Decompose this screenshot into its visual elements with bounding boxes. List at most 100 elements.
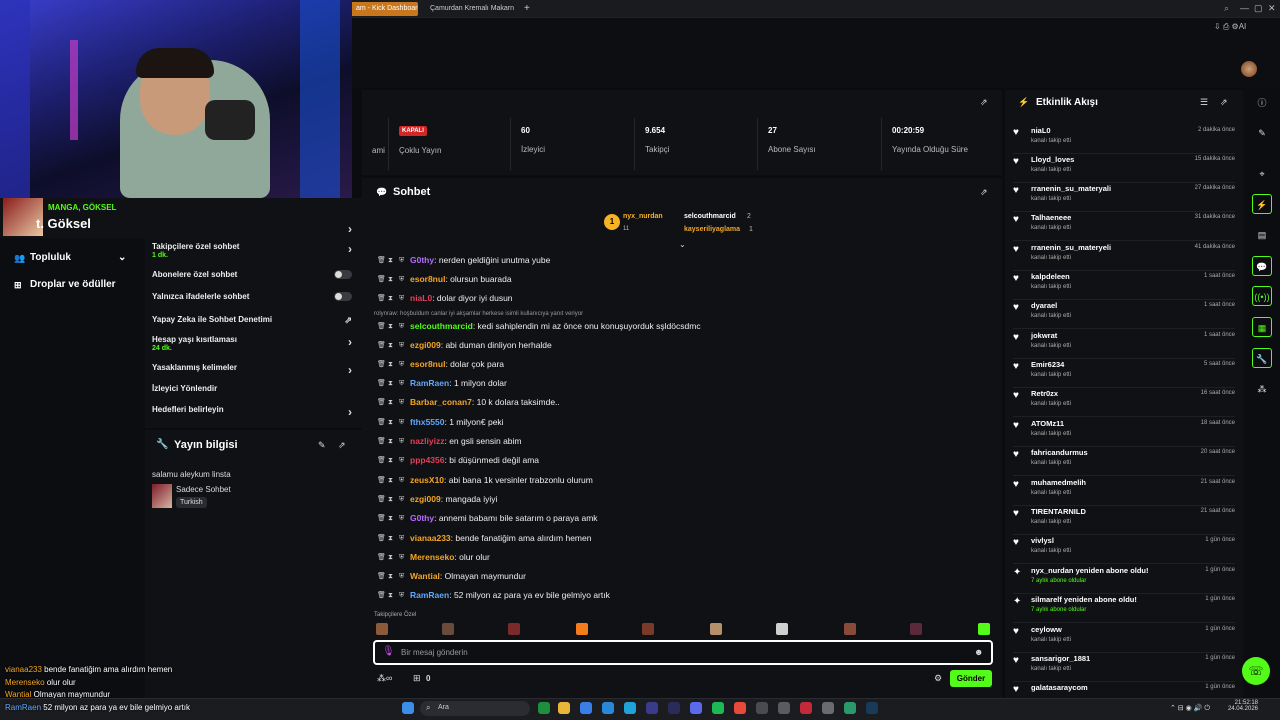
- app-icon[interactable]: [800, 702, 812, 714]
- lightning-icon[interactable]: ⚡: [1252, 194, 1272, 214]
- chat-message[interactable]: 🗑 ⧗ ⛨ Wantial: Olmayan maymundur: [377, 571, 526, 581]
- points-icon[interactable]: ⁂∞: [377, 673, 392, 684]
- top-gifter-name[interactable]: selcouthmarcid: [684, 213, 736, 220]
- trash-icon[interactable]: 🗑: [377, 361, 386, 368]
- timeout-icon[interactable]: ⧗: [388, 535, 395, 542]
- trash-icon[interactable]: 🗑: [377, 295, 386, 302]
- trash-icon[interactable]: 🗑: [377, 457, 386, 464]
- steam-icon[interactable]: [866, 702, 878, 714]
- popout-icon[interactable]: ⇗: [338, 440, 346, 451]
- app-icon[interactable]: [580, 702, 592, 714]
- timeout-icon[interactable]: ⧗: [388, 295, 395, 302]
- setting-raid[interactable]: İzleyici Yönlendir: [152, 384, 352, 393]
- broadcast-icon[interactable]: ((•)): [1252, 286, 1272, 306]
- taskbar-search[interactable]: Ara: [420, 701, 530, 716]
- trash-icon[interactable]: 🗑: [377, 323, 386, 330]
- chevron-down-icon[interactable]: ⌄: [679, 240, 686, 249]
- nav-droplar[interactable]: ⊞ Droplar ve ödüller: [14, 279, 116, 290]
- windows-start-icon[interactable]: [402, 702, 414, 714]
- search-icon[interactable]: ⌕: [1224, 3, 1229, 14]
- popout-icon[interactable]: ⇗: [1220, 97, 1228, 108]
- timeout-icon[interactable]: ⧗: [388, 477, 395, 484]
- app-icon[interactable]: [778, 702, 790, 714]
- timeout-icon[interactable]: ⧗: [388, 342, 395, 349]
- chat-message[interactable]: 🗑 ⧗ ⛨ zeusX10: abi bana 1k versinler trabzo…: [377, 475, 593, 485]
- folder-icon[interactable]: [558, 702, 570, 714]
- edge-icon[interactable]: [624, 702, 636, 714]
- chat-message[interactable]: 🗑 ⧗ ⛨ RamRaen: 1 milyon dolar: [377, 378, 507, 388]
- tab-recipe[interactable]: Çamurdan Kremalı Makarn: [424, 2, 516, 16]
- edit-icon[interactable]: ✎: [318, 440, 326, 451]
- timeout-icon[interactable]: ⧗: [388, 399, 395, 406]
- premiere-icon[interactable]: [668, 702, 680, 714]
- timeout-icon[interactable]: ⧗: [388, 257, 395, 264]
- system-tray-icons[interactable]: ⌃ ⊟ ◉ 🔊 ⏻: [1170, 704, 1210, 713]
- emote[interactable]: [508, 623, 520, 635]
- setting-account-age[interactable]: Hesap yaşı kısıtlaması 24 dk. ›: [152, 335, 352, 352]
- emote[interactable]: [844, 623, 856, 635]
- chat-message[interactable]: 🗑 ⧗ ⛨ G0thy: nerden geldiğini unutma yube: [377, 255, 550, 265]
- settings-expand[interactable]: ›: [152, 222, 352, 236]
- timeout-icon[interactable]: ⧗: [388, 419, 395, 426]
- trash-icon[interactable]: 🗑: [377, 276, 386, 283]
- pencil-icon[interactable]: ✎: [1252, 123, 1272, 143]
- timeout-icon[interactable]: ⧗: [388, 361, 395, 368]
- setting-subscribers-only[interactable]: Abonelere özel sohbet: [152, 270, 352, 279]
- timeout-icon[interactable]: ⧗: [388, 457, 395, 464]
- timeout-icon[interactable]: ⧗: [388, 438, 395, 445]
- trash-icon[interactable]: 🗑: [377, 477, 386, 484]
- chat-message[interactable]: 🗑 ⧗ ⛨ Merenseko: olur olur: [377, 552, 490, 562]
- crosshair-icon[interactable]: ⌖: [1252, 164, 1272, 184]
- wrench-icon[interactable]: 🔧: [1252, 348, 1272, 368]
- trash-icon[interactable]: 🗑: [377, 535, 386, 542]
- app-icon[interactable]: [756, 702, 768, 714]
- trash-icon[interactable]: 🗑: [377, 257, 386, 264]
- popout-icon[interactable]: ⇗: [980, 187, 988, 198]
- timeout-icon[interactable]: ⧗: [388, 323, 395, 330]
- chat-message[interactable]: 🗑 ⧗ ⛨ niaL0: dolar diyor iyi dusun: [377, 293, 513, 303]
- setting-followers-only[interactable]: Takipçilere özel sohbet 1 dk. ›: [152, 242, 352, 259]
- trash-icon[interactable]: 🗑: [377, 438, 386, 445]
- send-button[interactable]: Gönder: [950, 670, 992, 687]
- microphone-icon[interactable]: 🎙: [382, 646, 395, 657]
- support-chat-button[interactable]: ☏: [1242, 657, 1270, 685]
- chat-message[interactable]: 🗑 ⧗ ⛨ ezgi009: abi duman dinliyon herhalde: [377, 340, 552, 350]
- nav-topluluk[interactable]: 👥 Topluluk ⌄: [14, 252, 126, 263]
- timeout-icon[interactable]: ⧗: [388, 380, 395, 387]
- chat-message[interactable]: 🗑 ⧗ ⛨ selcouthmarcid: kedi sahiplendin mi a…: [377, 321, 701, 331]
- stats-icon[interactable]: ▦: [1252, 317, 1272, 337]
- timeout-icon[interactable]: ⧗: [388, 515, 395, 522]
- top-gifter-name[interactable]: nyx_nurdan: [623, 213, 663, 220]
- emote[interactable]: [642, 623, 654, 635]
- share-icon[interactable]: ⁂: [1252, 379, 1272, 399]
- chat-message[interactable]: 🗑 ⧗ ⛨ ppp4356: bi düşünmedi değil ama: [377, 455, 539, 465]
- toolbar-icons[interactable]: ⇩ ⎙ ⚙AI: [1214, 22, 1246, 32]
- chat-message[interactable]: 🗑 ⧗ ⛨ esor8nul: olursun buarada: [377, 274, 512, 284]
- toggle-switch[interactable]: [334, 270, 352, 279]
- timeout-icon[interactable]: ⧗: [388, 276, 395, 283]
- trash-icon[interactable]: 🗑: [377, 496, 386, 503]
- chrome-icon[interactable]: [734, 702, 746, 714]
- chat-message[interactable]: 🗑 ⧗ ⛨ ezgi009: mangada iyiyi: [377, 494, 497, 504]
- toggle-switch[interactable]: [334, 292, 352, 301]
- discord-icon[interactable]: [690, 702, 702, 714]
- setting-emotes-only[interactable]: Yalnızca ifadelerle sohbet: [152, 292, 352, 301]
- chat-message[interactable]: 🗑 ⧗ ⛨ esor8nul: dolar çok para: [377, 359, 504, 369]
- setting-goals[interactable]: Hedefleri belirleyin ›: [152, 405, 352, 419]
- info-icon[interactable]: ⓘ: [1252, 93, 1272, 113]
- trash-icon[interactable]: 🗑: [377, 554, 386, 561]
- emote[interactable]: [442, 623, 454, 635]
- new-tab-icon[interactable]: +: [518, 2, 536, 16]
- app-icon[interactable]: [538, 702, 550, 714]
- setting-banned-words[interactable]: Yasaklanmış kelimeler ›: [152, 363, 352, 377]
- chat-message[interactable]: 🗑 ⧗ ⛨ vianaa233: bende fanatiğim ama alırdı…: [377, 533, 591, 543]
- chat-message[interactable]: 🗑 ⧗ ⛨ RamRaen: 52 milyon az para ya ev bile…: [377, 590, 610, 600]
- chat-input[interactable]: Bir mesaj gönderin: [373, 640, 993, 665]
- popout-icon[interactable]: ⇗: [980, 97, 988, 108]
- gift-icon[interactable]: ⊞: [413, 673, 421, 684]
- emote[interactable]: [978, 623, 990, 635]
- gear-icon[interactable]: ⚙: [934, 673, 942, 684]
- spotify-icon[interactable]: [712, 702, 724, 714]
- tab-kick-dashboard[interactable]: am - Kick Dashboard: [350, 2, 418, 16]
- emote[interactable]: [710, 623, 722, 635]
